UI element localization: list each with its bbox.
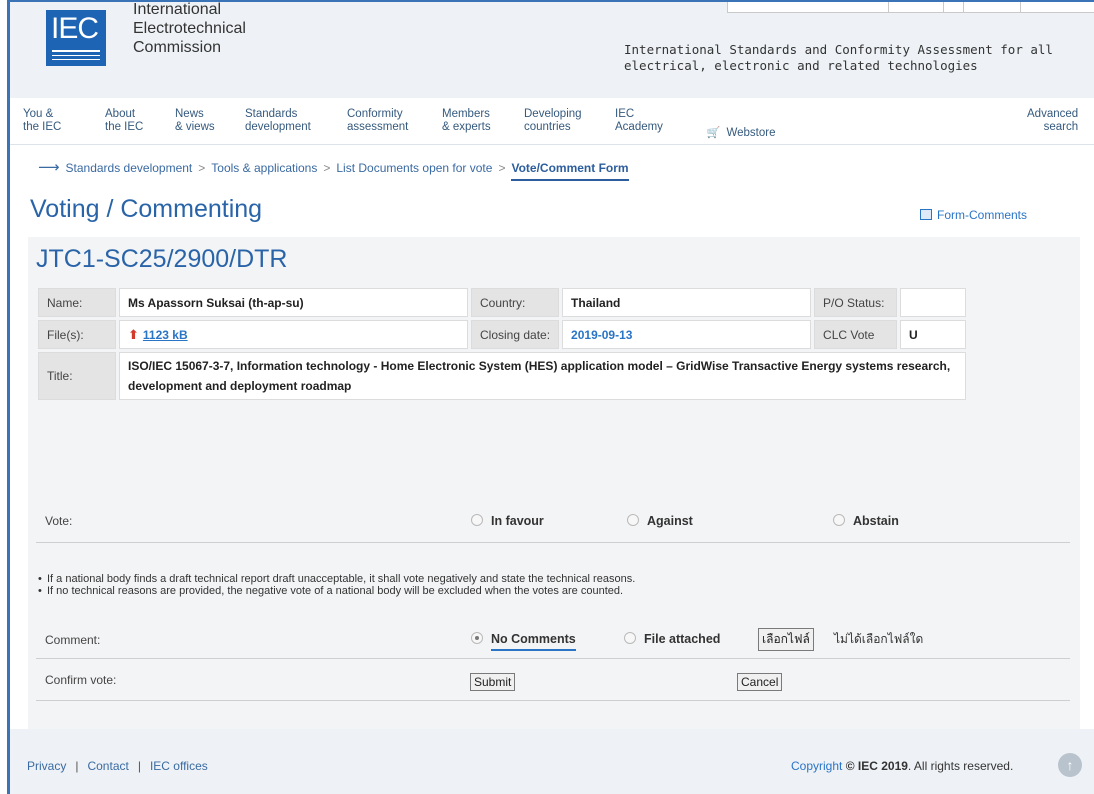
nav-developing-countries[interactable]: Developing countries bbox=[524, 108, 582, 134]
nav-conformity-assessment[interactable]: Conformity assessment bbox=[347, 108, 408, 134]
site-header: IEC International Electrotechnical Commi… bbox=[10, 1, 1094, 98]
title-label: Title: bbox=[38, 352, 116, 400]
vote-notes: • If a national body finds a draft techni… bbox=[38, 573, 636, 597]
nav-news-views[interactable]: News & views bbox=[175, 108, 215, 134]
radio-selected-icon bbox=[471, 632, 483, 644]
files-label: File(s): bbox=[38, 320, 116, 349]
copyright-text: Copyright © IEC 2019. All rights reserve… bbox=[791, 759, 1014, 773]
submit-button[interactable]: Submit bbox=[470, 673, 516, 691]
nav-iec-academy[interactable]: IEC Academy bbox=[615, 108, 663, 134]
footer-iec-offices-link[interactable]: IEC offices bbox=[150, 759, 208, 773]
nav-standards-development[interactable]: Standards development bbox=[245, 108, 311, 134]
breadcrumb-standards-development[interactable]: Standards development bbox=[66, 161, 193, 175]
main-navigation: You & the IEC About the IEC News & views… bbox=[10, 98, 1094, 145]
comment-label: Comment: bbox=[45, 633, 101, 647]
nav-members-experts[interactable]: Members & experts bbox=[442, 108, 491, 134]
file-status-text: ไม่ได้เลือกไฟล์ใด bbox=[834, 632, 924, 646]
cancel-button[interactable]: Cancel bbox=[737, 673, 783, 691]
no-comments-radio[interactable]: No Comments bbox=[471, 632, 576, 651]
name-value: Ms Apassorn Suksai (th-ap-su) bbox=[119, 288, 468, 317]
nav-webstore[interactable]: 🛒 Webstore bbox=[694, 114, 776, 153]
file-size-link[interactable]: 1123 kB bbox=[143, 328, 188, 342]
radio-icon bbox=[627, 514, 639, 526]
vote-label: Vote: bbox=[45, 514, 73, 528]
document-info-table: Name: Ms Apassorn Suksai (th-ap-su) Coun… bbox=[35, 285, 969, 403]
top-utility-bar bbox=[727, 2, 1094, 13]
document-id: JTC1-SC25/2900/DTR bbox=[36, 245, 288, 273]
pdf-icon: ⬆ bbox=[128, 326, 139, 342]
note-text: If a national body finds a draft technic… bbox=[47, 573, 636, 585]
closing-date-value: 2019-09-13 bbox=[562, 320, 812, 349]
closing-date-label: Closing date: bbox=[471, 320, 560, 349]
nav-you-and-iec[interactable]: You & the IEC bbox=[23, 108, 61, 134]
form-icon bbox=[920, 209, 932, 220]
site-footer: Privacy | Contact | IEC offices Copyright © … bbox=[10, 729, 1094, 794]
breadcrumb: ⟶ Standards development > Tools & applicati… bbox=[38, 158, 629, 181]
vote-against-radio[interactable]: Against bbox=[627, 514, 693, 528]
clc-vote-value: U bbox=[900, 320, 967, 349]
breadcrumb-separator: > bbox=[198, 161, 206, 175]
breadcrumb-tools-applications[interactable]: Tools & applications bbox=[211, 161, 317, 175]
table-row: Title: ISO/IEC 15067-3-7, Information te… bbox=[38, 352, 967, 400]
logo-text: IEC bbox=[51, 12, 99, 45]
divider bbox=[36, 700, 1070, 701]
note-text: If no technical reasons are provided, th… bbox=[47, 585, 624, 597]
arrow-right-icon: ⟶ bbox=[38, 159, 60, 176]
table-row: Name: Ms Apassorn Suksai (th-ap-su) Coun… bbox=[38, 288, 967, 317]
file-attached-radio[interactable]: File attached bbox=[624, 632, 720, 646]
name-label: Name: bbox=[38, 288, 116, 317]
nav-advanced-search[interactable]: Advanced search bbox=[1027, 108, 1078, 134]
confirm-vote-label: Confirm vote: bbox=[45, 673, 117, 687]
radio-icon bbox=[624, 632, 636, 644]
title-value: ISO/IEC 15067-3-7, Information technolog… bbox=[119, 352, 967, 400]
site-tagline: International Standards and Conformity A… bbox=[624, 42, 1053, 73]
organization-name: International Electrotechnical Commissio… bbox=[133, 1, 246, 56]
iec-logo[interactable]: IEC bbox=[46, 10, 106, 66]
page-title: Voting / Commenting bbox=[30, 195, 263, 223]
po-status-value bbox=[900, 288, 967, 317]
form-comments-link[interactable]: Form-Comments bbox=[920, 208, 1027, 222]
cart-icon: 🛒 bbox=[706, 127, 721, 139]
clc-vote-label: CLC Vote bbox=[814, 320, 898, 349]
radio-icon bbox=[471, 514, 483, 526]
vote-abstain-radio[interactable]: Abstain bbox=[833, 514, 899, 528]
file-link[interactable]: ⬆ 1123 kB bbox=[119, 320, 468, 349]
country-value: Thailand bbox=[562, 288, 812, 317]
choose-file-button[interactable]: เลือกไฟล์ bbox=[758, 628, 814, 651]
breadcrumb-current[interactable]: Vote/Comment Form bbox=[511, 161, 629, 181]
back-to-top-icon[interactable]: ↑ bbox=[1058, 753, 1082, 777]
breadcrumb-list-documents[interactable]: List Documents open for vote bbox=[336, 161, 492, 175]
vote-in-favour-radio[interactable]: In favour bbox=[471, 514, 544, 528]
divider bbox=[36, 542, 1070, 543]
nav-about-iec[interactable]: About the IEC bbox=[105, 108, 143, 134]
vote-form-panel: JTC1-SC25/2900/DTR Name: Ms Apassorn Suk… bbox=[28, 237, 1080, 729]
footer-contact-link[interactable]: Contact bbox=[87, 759, 128, 773]
po-status-label: P/O Status: bbox=[814, 288, 898, 317]
footer-links: Privacy | Contact | IEC offices bbox=[27, 759, 208, 773]
breadcrumb-separator: > bbox=[323, 161, 331, 175]
breadcrumb-separator: > bbox=[498, 161, 506, 175]
footer-privacy-link[interactable]: Privacy bbox=[27, 759, 66, 773]
country-label: Country: bbox=[471, 288, 560, 317]
divider bbox=[36, 658, 1070, 659]
table-row: File(s): ⬆ 1123 kB Closing date: 2019-09-… bbox=[38, 320, 967, 349]
radio-icon bbox=[833, 514, 845, 526]
